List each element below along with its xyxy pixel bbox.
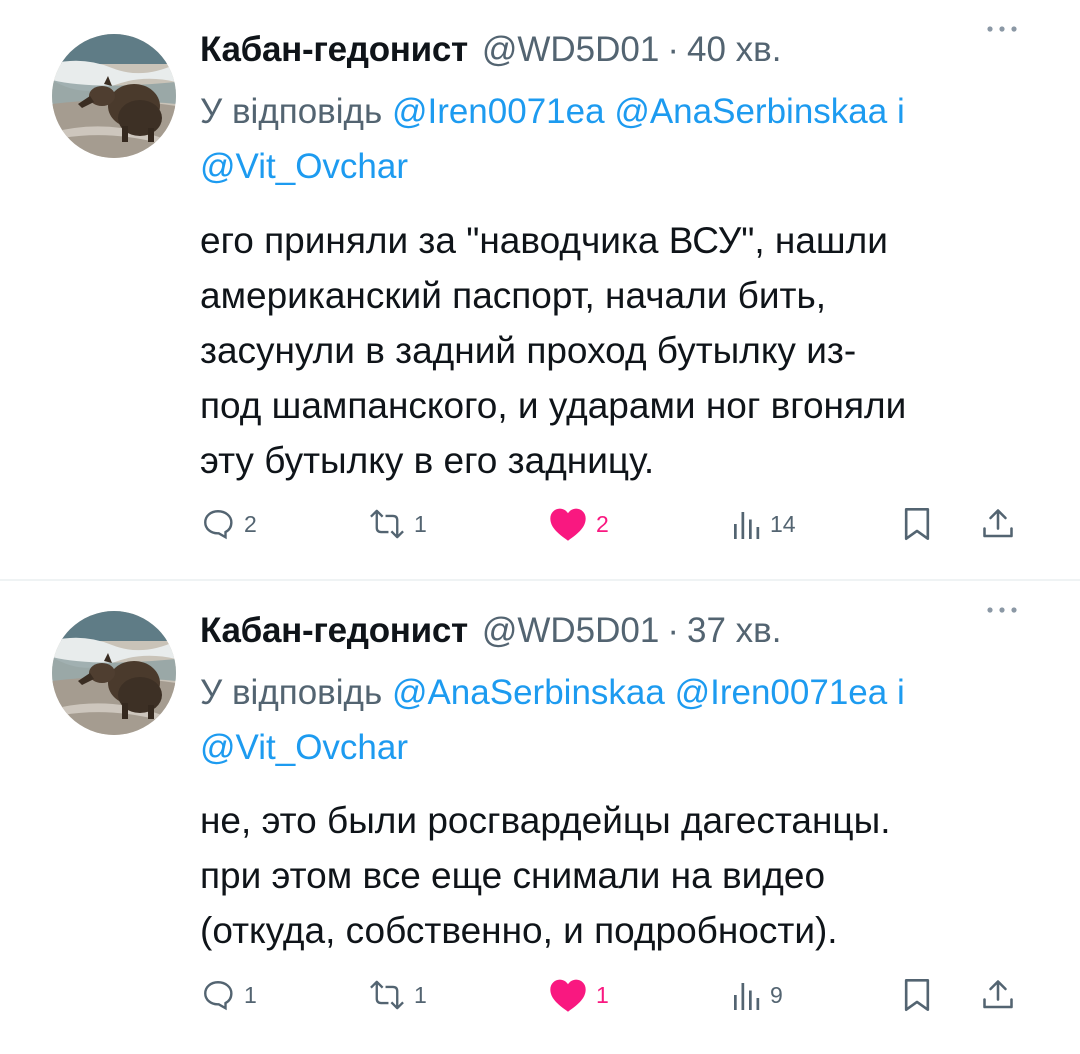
mention-link[interactable]: @Vit_Ovchar: [200, 147, 408, 186]
reply-bubble-icon: [204, 981, 233, 1011]
like-button[interactable]: 2: [548, 502, 609, 546]
tweet-text-line: под шампанского, и ударами ног вгоняли: [200, 385, 907, 426]
tweet-2[interactable]: Кабан-гедонист @WD5D01 · 37 хв. У відпов…: [0, 581, 1080, 1054]
retweet-count: 1: [414, 510, 427, 537]
separator-dot: ·: [667, 30, 680, 69]
reply-count: 2: [244, 510, 257, 537]
views-bar-icon: [734, 512, 760, 539]
like-button[interactable]: 1: [548, 973, 609, 1017]
reply-button[interactable]: 1: [200, 973, 257, 1017]
like-count: 2: [596, 510, 609, 537]
bookmark-icon: [904, 979, 930, 1011]
heart-icon: [550, 979, 586, 1012]
tweet-text-line: засунули в задний проход бутылку из-: [200, 330, 857, 371]
reply-and: і: [896, 92, 905, 131]
retweet-icon: [370, 509, 404, 539]
reply-context: У відповідь @Iren0071ea @AnaSerbinskaa і…: [200, 84, 1030, 194]
bookmark-icon: [904, 508, 930, 540]
action-bar: 1 1 1 9: [200, 973, 1030, 1017]
more-dots-icon[interactable]: [982, 595, 1022, 625]
mention-link[interactable]: @Iren0071ea: [392, 92, 605, 131]
like-count: 1: [596, 981, 609, 1008]
mention-link[interactable]: @AnaSerbinskaa: [614, 92, 887, 131]
reply-count: 1: [244, 981, 257, 1008]
tweet-text-line: эту бутылку в его задницу.: [200, 440, 655, 481]
reply-bubble-icon: [204, 510, 233, 540]
tweet-text-line: (откуда, собственно, и подробности).: [200, 910, 838, 951]
views-button[interactable]: 9: [730, 973, 783, 1017]
share-icon: [983, 980, 1013, 1009]
tweet-header: Кабан-гедонист @WD5D01 · 37 хв.: [200, 601, 782, 661]
timestamp[interactable]: 40 хв.: [687, 20, 781, 80]
avatar[interactable]: [52, 611, 176, 735]
avatar[interactable]: [52, 34, 176, 158]
views-button[interactable]: 14: [730, 502, 796, 546]
views-count: 9: [770, 981, 783, 1008]
tweet-header: Кабан-гедонист @WD5D01 · 40 хв.: [200, 20, 782, 80]
reply-button[interactable]: 2: [200, 502, 257, 546]
tweet-text: не, это были росгвардейцы дагестанцы. пр…: [200, 793, 1040, 958]
action-bar: 2 1 2 14: [200, 502, 1030, 546]
mention-link[interactable]: @AnaSerbinskaa: [392, 673, 665, 712]
retweet-icon: [370, 980, 404, 1010]
boar-avatar-image: [52, 611, 176, 735]
reply-and: і: [896, 673, 905, 712]
retweet-button[interactable]: 1: [368, 973, 427, 1017]
retweet-count: 1: [414, 981, 427, 1008]
bookmark-button[interactable]: [900, 502, 934, 546]
share-icon: [983, 509, 1013, 538]
author-handle[interactable]: @WD5D01: [482, 601, 660, 661]
tweet-1[interactable]: Кабан-гедонист @WD5D01 · 40 хв. У відпов…: [0, 0, 1080, 579]
heart-icon: [550, 508, 586, 541]
tweet-text-line: не, это были росгвардейцы дагестанцы.: [200, 800, 891, 841]
separator-dot: ·: [667, 611, 680, 650]
views-bar-icon: [734, 983, 760, 1010]
boar-avatar-image: [52, 34, 176, 158]
author-handle[interactable]: @WD5D01: [482, 20, 660, 80]
mention-link[interactable]: @Iren0071ea: [675, 673, 888, 712]
tweet-text-line: его приняли за "наводчика ВСУ", нашли: [200, 220, 888, 261]
bookmark-button[interactable]: [900, 973, 934, 1017]
share-button[interactable]: [980, 502, 1016, 546]
tweet-text: его приняли за "наводчика ВСУ", нашли ам…: [200, 213, 1040, 488]
author-name[interactable]: Кабан-гедонист: [200, 601, 468, 661]
reply-context: У відповідь @AnaSerbinskaa @Iren0071ea і…: [200, 665, 1030, 775]
author-name[interactable]: Кабан-гедонист: [200, 20, 468, 80]
reply-prefix: У відповідь: [200, 92, 383, 131]
tweet-text-line: американский паспорт, начали бить,: [200, 275, 827, 316]
retweet-button[interactable]: 1: [368, 502, 427, 546]
share-button[interactable]: [980, 973, 1016, 1017]
timestamp[interactable]: 37 хв.: [687, 601, 781, 661]
views-count: 14: [770, 510, 796, 537]
reply-prefix: У відповідь: [200, 673, 383, 712]
more-dots-icon[interactable]: [982, 14, 1022, 44]
tweet-text-line: при этом все еще снимали на видео: [200, 855, 826, 896]
mention-link[interactable]: @Vit_Ovchar: [200, 728, 408, 767]
